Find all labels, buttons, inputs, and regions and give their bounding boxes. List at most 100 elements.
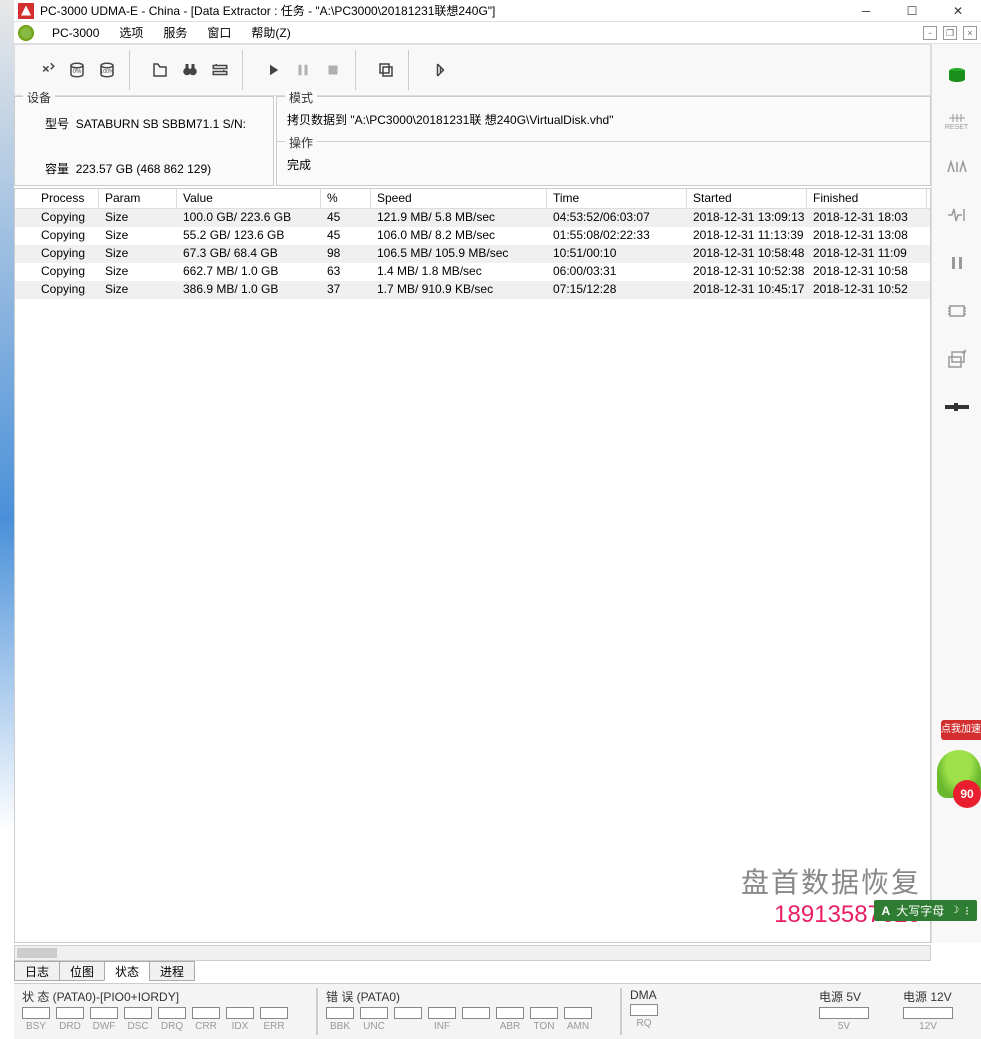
th-value[interactable]: Value bbox=[177, 189, 321, 208]
table-cell: 2018-12-31 11:13:39 bbox=[687, 227, 807, 245]
menu-service[interactable]: 服务 bbox=[153, 22, 197, 43]
menu-options[interactable]: 选项 bbox=[109, 22, 153, 43]
minimize-button[interactable]: ─ bbox=[843, 0, 889, 22]
oscilloscope-icon[interactable] bbox=[941, 203, 973, 227]
score-circle[interactable]: 90 bbox=[953, 780, 981, 808]
tools-icon[interactable] bbox=[33, 56, 61, 84]
table-cell: Copying bbox=[15, 281, 99, 299]
table-cell: Copying bbox=[15, 245, 99, 263]
statusbar: 状 态 (PATA0)-[PIO0+IORDY] BSYDRDDWFDSCDRQ… bbox=[14, 983, 981, 1039]
th-percent[interactable]: % bbox=[321, 189, 371, 208]
pata-led: ERR bbox=[258, 1007, 290, 1032]
ime-indicator[interactable]: A 大写字母 ☽ ⁝ bbox=[874, 900, 977, 921]
table-row[interactable]: CopyingSize55.2 GB/ 123.6 GB45106.0 MB/ … bbox=[15, 227, 930, 245]
speed-badge[interactable]: 点我加速 bbox=[941, 720, 981, 740]
menubar: PC-3000 选项 服务 窗口 帮助(Z) - ❐ × bbox=[14, 22, 981, 44]
table-row[interactable]: CopyingSize662.7 MB/ 1.0 GB631.4 MB/ 1.8… bbox=[15, 263, 930, 281]
connector-icon[interactable] bbox=[941, 395, 973, 419]
chip-icon[interactable] bbox=[941, 299, 973, 323]
drive-100-icon[interactable]: 100% bbox=[93, 56, 121, 84]
horizontal-scrollbar[interactable] bbox=[14, 945, 931, 961]
table-cell: Size bbox=[99, 209, 177, 227]
reset-button[interactable]: RESET bbox=[941, 112, 973, 131]
err-led bbox=[392, 1007, 424, 1032]
pata-led: IDX bbox=[224, 1007, 256, 1032]
table-cell: 2018-12-31 13:08 bbox=[807, 227, 927, 245]
menu-app[interactable]: PC-3000 bbox=[42, 24, 109, 42]
tab-process[interactable]: 进程 bbox=[149, 961, 195, 981]
capacity-value: 223.57 GB (468 862 129) bbox=[76, 162, 211, 176]
table-cell: 2018-12-31 10:58 bbox=[807, 263, 927, 281]
th-process[interactable]: Process bbox=[15, 189, 99, 208]
tab-bitmap[interactable]: 位图 bbox=[59, 961, 105, 981]
table-cell: 2018-12-31 13:09:13 bbox=[687, 209, 807, 227]
mode-legend: 模式 bbox=[285, 89, 317, 106]
pata-led: CRR bbox=[190, 1007, 222, 1032]
task-table: Process Param Value % Speed Time Started… bbox=[14, 188, 931, 943]
err-led: UNC bbox=[358, 1007, 390, 1032]
pata-led: DRD bbox=[54, 1007, 86, 1032]
err-led: TON bbox=[528, 1007, 560, 1032]
drive-0-icon[interactable]: 0% bbox=[63, 56, 91, 84]
power-icon[interactable] bbox=[941, 64, 973, 88]
model-value: SATABURN SB SBBM71.1 S/N: bbox=[76, 117, 246, 131]
maximize-button[interactable]: ☐ bbox=[889, 0, 935, 22]
table-cell: 386.9 MB/ 1.0 GB bbox=[177, 281, 321, 299]
tab-log[interactable]: 日志 bbox=[14, 961, 60, 981]
table-row[interactable]: CopyingSize386.9 MB/ 1.0 GB371.7 MB/ 910… bbox=[15, 281, 930, 299]
th-finished[interactable]: Finished bbox=[807, 189, 927, 208]
right-toolbar: RESET bbox=[931, 44, 981, 943]
capacity-label: 容量 bbox=[45, 162, 69, 176]
table-cell: 04:53:52/06:03:07 bbox=[547, 209, 687, 227]
th-time[interactable]: Time bbox=[547, 189, 687, 208]
table-cell: Copying bbox=[15, 263, 99, 281]
led-12v: 12V bbox=[901, 1007, 955, 1032]
err-led: INF bbox=[426, 1007, 458, 1032]
menu-window[interactable]: 窗口 bbox=[197, 22, 241, 43]
th-started[interactable]: Started bbox=[687, 189, 807, 208]
mdi-restore-button[interactable]: ❐ bbox=[943, 26, 957, 40]
th-param[interactable]: Param bbox=[99, 189, 177, 208]
mdi-close-button[interactable]: × bbox=[963, 26, 977, 40]
pata-status-label: 状 态 (PATA0)-[PIO0+IORDY] bbox=[20, 988, 290, 1005]
table-row[interactable]: CopyingSize100.0 GB/ 223.6 GB45121.9 MB/… bbox=[15, 209, 930, 227]
table-cell: 45 bbox=[321, 209, 371, 227]
scroll-thumb[interactable] bbox=[17, 948, 57, 958]
table-cell: 98 bbox=[321, 245, 371, 263]
map-icon[interactable] bbox=[146, 56, 174, 84]
settings-icon[interactable] bbox=[206, 56, 234, 84]
table-cell: 45 bbox=[321, 227, 371, 245]
err-led: ABR bbox=[494, 1007, 526, 1032]
dma-status-label: DMA bbox=[628, 988, 660, 1002]
model-label: 型号 bbox=[45, 117, 69, 131]
mdi-minimize-button[interactable]: - bbox=[923, 26, 937, 40]
play-button[interactable] bbox=[259, 56, 287, 84]
app-menu-icon bbox=[18, 25, 34, 41]
th-speed[interactable]: Speed bbox=[371, 189, 547, 208]
table-cell: 2018-12-31 18:03 bbox=[807, 209, 927, 227]
toolbar: 0% 100% bbox=[14, 44, 931, 96]
titlebar: PC-3000 UDMA-E - China - [Data Extractor… bbox=[14, 0, 981, 22]
table-cell: 1.7 MB/ 910.9 KB/sec bbox=[371, 281, 547, 299]
tab-status[interactable]: 状态 bbox=[104, 961, 150, 981]
signal-icon[interactable] bbox=[941, 155, 973, 179]
svg-text:0%: 0% bbox=[73, 69, 82, 75]
op-legend: 操作 bbox=[285, 134, 317, 151]
table-cell: 10:51/00:10 bbox=[547, 245, 687, 263]
close-button[interactable]: ✕ bbox=[935, 0, 981, 22]
exit-icon[interactable] bbox=[425, 56, 453, 84]
table-cell: 2018-12-31 10:45:17 bbox=[687, 281, 807, 299]
err-led bbox=[460, 1007, 492, 1032]
pause-button[interactable] bbox=[289, 56, 317, 84]
menu-help[interactable]: 帮助(Z) bbox=[241, 22, 300, 43]
binoculars-icon[interactable] bbox=[176, 56, 204, 84]
table-row[interactable]: CopyingSize67.3 GB/ 68.4 GB98106.5 MB/ 1… bbox=[15, 245, 930, 263]
copy-icon[interactable] bbox=[372, 56, 400, 84]
stop-button[interactable] bbox=[319, 56, 347, 84]
err-led: AMN bbox=[562, 1007, 594, 1032]
eject-icon[interactable] bbox=[941, 347, 973, 371]
table-cell: 100.0 GB/ 223.6 GB bbox=[177, 209, 321, 227]
dma-led: RQ bbox=[628, 1004, 660, 1029]
table-cell: 2018-12-31 10:52 bbox=[807, 281, 927, 299]
pause-side-button[interactable] bbox=[941, 251, 973, 275]
